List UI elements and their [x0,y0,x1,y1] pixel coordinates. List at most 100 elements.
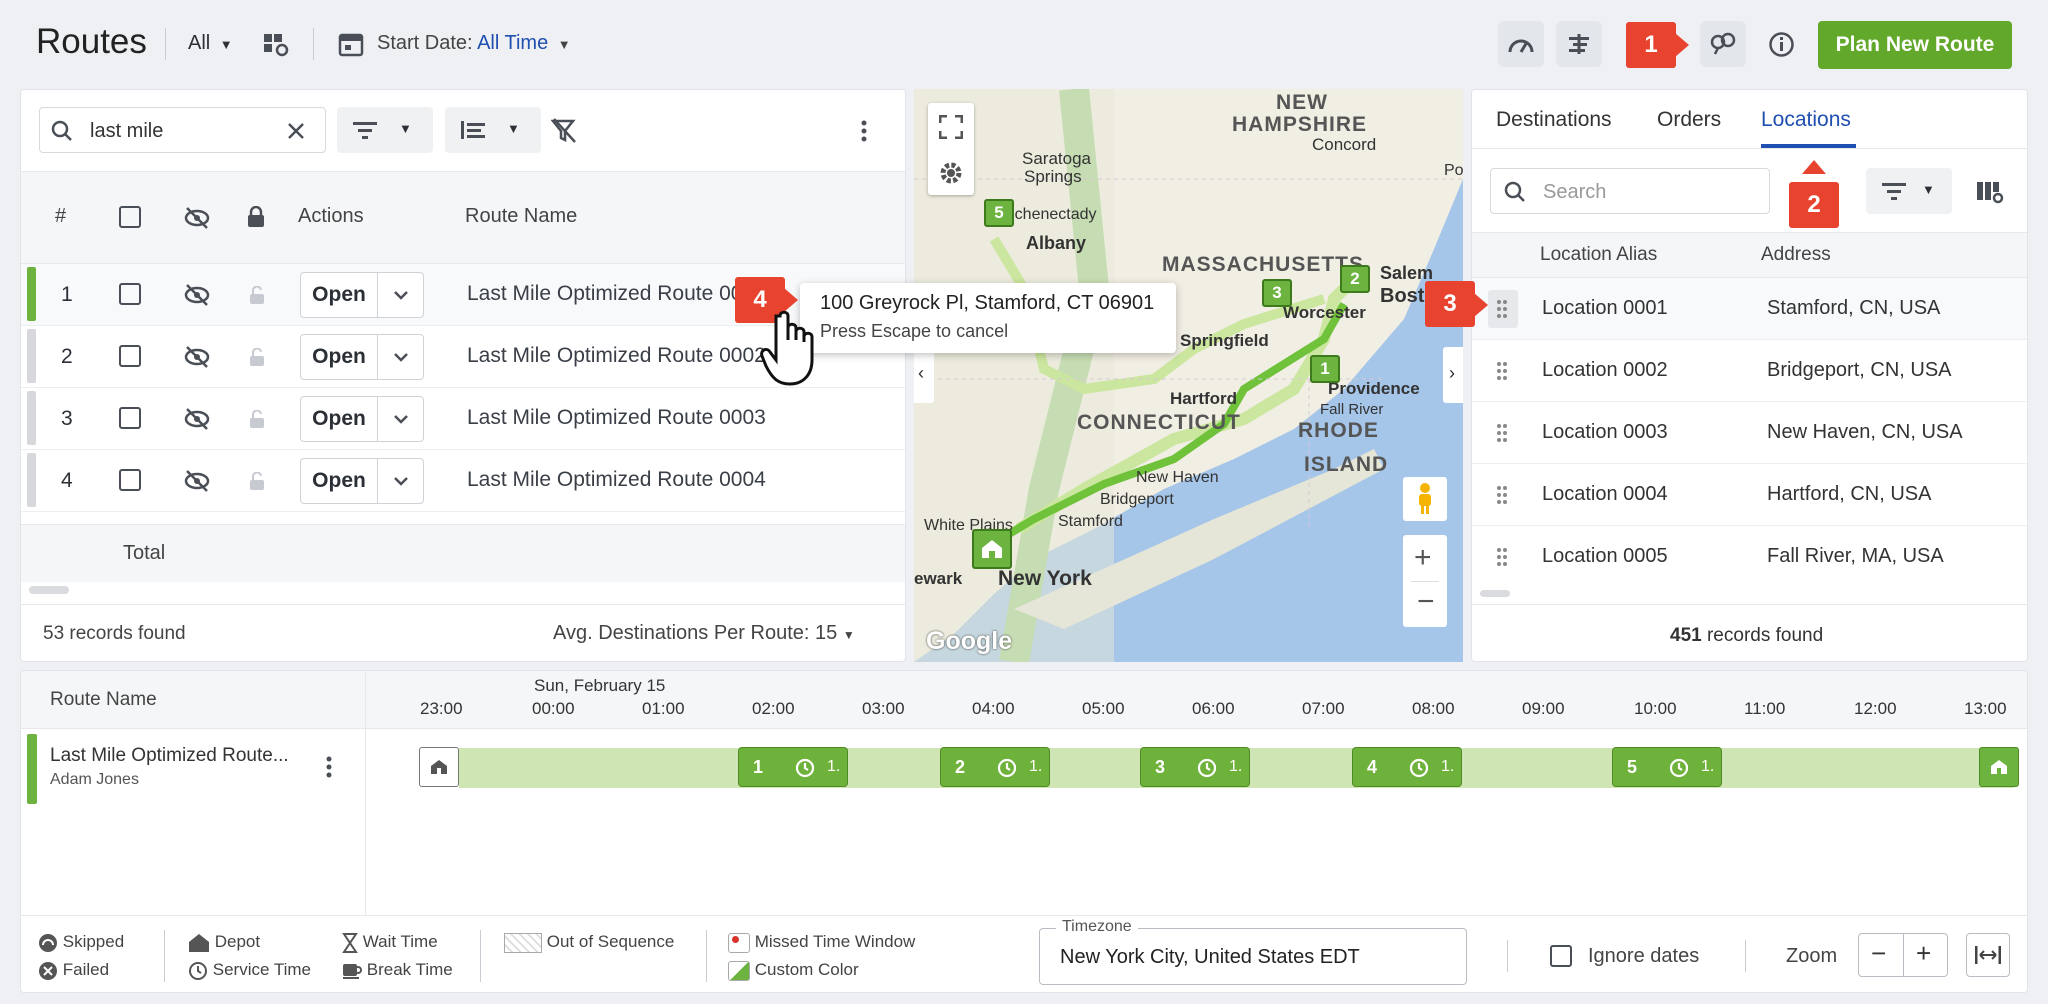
more-vertical-icon[interactable] [326,756,332,778]
tab-orders[interactable]: Orders [1657,108,1721,132]
clear-filter-icon[interactable] [551,118,579,144]
route-name[interactable]: Last Mile Optimized Route 0003 [467,406,766,430]
visibility-off-icon[interactable] [184,283,210,307]
map-marker[interactable]: 2 [1340,265,1370,293]
row-checkbox[interactable] [119,283,141,305]
map-marker[interactable]: 5 [984,199,1014,227]
info-icon[interactable] [1768,31,1795,58]
open-dropdown-button[interactable] [378,396,424,442]
open-dropdown-button[interactable] [378,334,424,380]
zoom-in-button[interactable]: + [1916,938,1931,969]
row-checkbox[interactable] [119,407,141,429]
visibility-off-icon[interactable] [184,407,210,431]
location-filter-button[interactable]: ▼ [1866,168,1952,214]
timeline-depot-end[interactable] [1979,747,2019,787]
hour-tick: 07:00 [1302,699,1345,718]
unlock-icon[interactable] [249,286,265,304]
tab-locations[interactable]: Locations [1761,108,1851,132]
timeline-panel: Route Name Sun, February 15 Last Mile Op… [20,670,2028,993]
list-item[interactable]: Location 0005 Fall River, MA, USA [1472,526,2027,588]
location-search-input[interactable]: Search [1490,168,1770,214]
timeline-depot-start[interactable] [419,747,459,787]
gear-icon[interactable] [939,161,963,185]
row-checkbox[interactable] [119,345,141,367]
map-label: Hartford [1170,389,1238,408]
unlock-icon[interactable] [249,348,265,366]
columns-button[interactable]: ▼ [445,107,541,153]
zoom-out-button[interactable]: − [1417,585,1435,619]
timeline-stop[interactable]: 4 1. [1352,747,1462,787]
unlock-icon[interactable] [249,472,265,490]
lock-icon[interactable] [247,206,265,228]
zoom-out-button[interactable]: − [1871,938,1886,969]
filter-all-dropdown[interactable]: All ▼ [188,32,233,55]
map-marker[interactable]: 1 [1310,355,1340,383]
visibility-off-icon[interactable] [184,469,210,493]
avg-destinations-dropdown[interactable]: Avg. Destinations Per Route: 15 ▼ [553,622,855,645]
fullscreen-icon[interactable] [939,115,963,139]
ignore-dates-checkbox[interactable] [1550,945,1572,967]
column-settings-icon[interactable] [1976,180,2004,204]
route-name[interactable]: Last Mile Optimized Route 0004 [467,468,766,492]
drag-handle-icon[interactable] [1496,423,1508,443]
open-dropdown-button[interactable] [378,272,424,318]
collapse-left-button[interactable]: ‹ [914,347,934,403]
horizontal-scrollbar[interactable] [1480,590,1510,597]
table-row[interactable]: 4 Open Last Mile Optimized Route 0004 [21,450,905,512]
route-name[interactable]: Last Mile Optimized Route 0002 [467,344,766,368]
map[interactable]: NEW HAMPSHIRE MASSACHUSETTS CONNECTICUT … [914,89,1463,662]
plan-new-route-button[interactable]: Plan New Route [1818,21,2012,69]
list-item[interactable]: Location 0004 Hartford, CN, USA [1472,464,2027,526]
timeline-stop[interactable]: 3 1. [1140,747,1250,787]
drag-handle-icon[interactable] [1496,361,1508,381]
map-label: Concord [1312,135,1377,154]
timeline-stop[interactable]: 2 1. [940,747,1050,787]
adjust-button[interactable] [1556,21,1602,67]
hour-tick: 11:00 [1744,699,1786,718]
list-item[interactable]: Location 0003 New Haven, CN, USA [1472,402,2027,464]
speedometer-button[interactable] [1498,21,1544,67]
route-name[interactable]: Last Mile Optimized Route 00 [467,282,742,306]
horizontal-scrollbar[interactable] [29,586,69,594]
timeline-route-name[interactable]: Last Mile Optimized Route... [50,745,289,767]
map-settings-icon[interactable] [262,30,290,58]
open-button[interactable]: Open [300,458,378,504]
google-logo: Google [926,627,1013,655]
visibility-off-icon[interactable] [184,206,210,230]
search-input[interactable]: last mile [39,107,326,153]
open-button[interactable]: Open [300,272,378,318]
timeline-stop[interactable]: 5 1. [1612,747,1722,787]
map-marker[interactable]: 3 [1262,279,1292,307]
map-label: Providence [1328,379,1420,398]
drag-handle[interactable] [1488,290,1518,328]
open-button[interactable]: Open [300,396,378,442]
locations-toggle-button[interactable] [1700,21,1746,67]
visibility-off-icon[interactable] [184,345,210,369]
list-item[interactable]: Location 0001 Stamford, CN, USA [1472,278,2027,340]
timezone-select[interactable]: New York City, United States EDT [1039,928,1467,985]
drag-handle-icon[interactable] [1496,485,1508,505]
zoom-in-button[interactable]: + [1414,541,1432,575]
callout-2: 2 [1789,182,1839,228]
list-item[interactable]: Location 0002 Bridgeport, CN, USA [1472,340,2027,402]
tab-destinations[interactable]: Destinations [1496,108,1612,132]
row-checkbox[interactable] [119,469,141,491]
close-icon[interactable] [286,121,306,141]
collapse-right-button[interactable]: › [1443,347,1463,403]
start-date-dropdown[interactable]: Start Date: All Time ▼ [377,32,571,55]
open-dropdown-button[interactable] [378,458,424,504]
unlock-icon[interactable] [249,410,265,428]
open-button[interactable]: Open [300,334,378,380]
street-view-button[interactable] [1403,477,1447,521]
filter-button[interactable]: ▼ [337,107,433,153]
timeline-stop[interactable]: 1 1. [738,747,848,787]
depot-marker[interactable] [972,529,1012,569]
fit-width-button[interactable] [1966,933,2010,977]
chevron-down-icon: ▼ [507,121,520,136]
row-number: 1 [61,283,73,306]
select-all-checkbox[interactable] [119,206,141,228]
more-vertical-icon[interactable] [861,120,867,142]
drag-handle-icon[interactable] [1496,547,1508,567]
table-row[interactable]: 3 Open Last Mile Optimized Route 0003 [21,388,905,450]
location-address: Stamford, CN, USA [1767,297,1941,319]
